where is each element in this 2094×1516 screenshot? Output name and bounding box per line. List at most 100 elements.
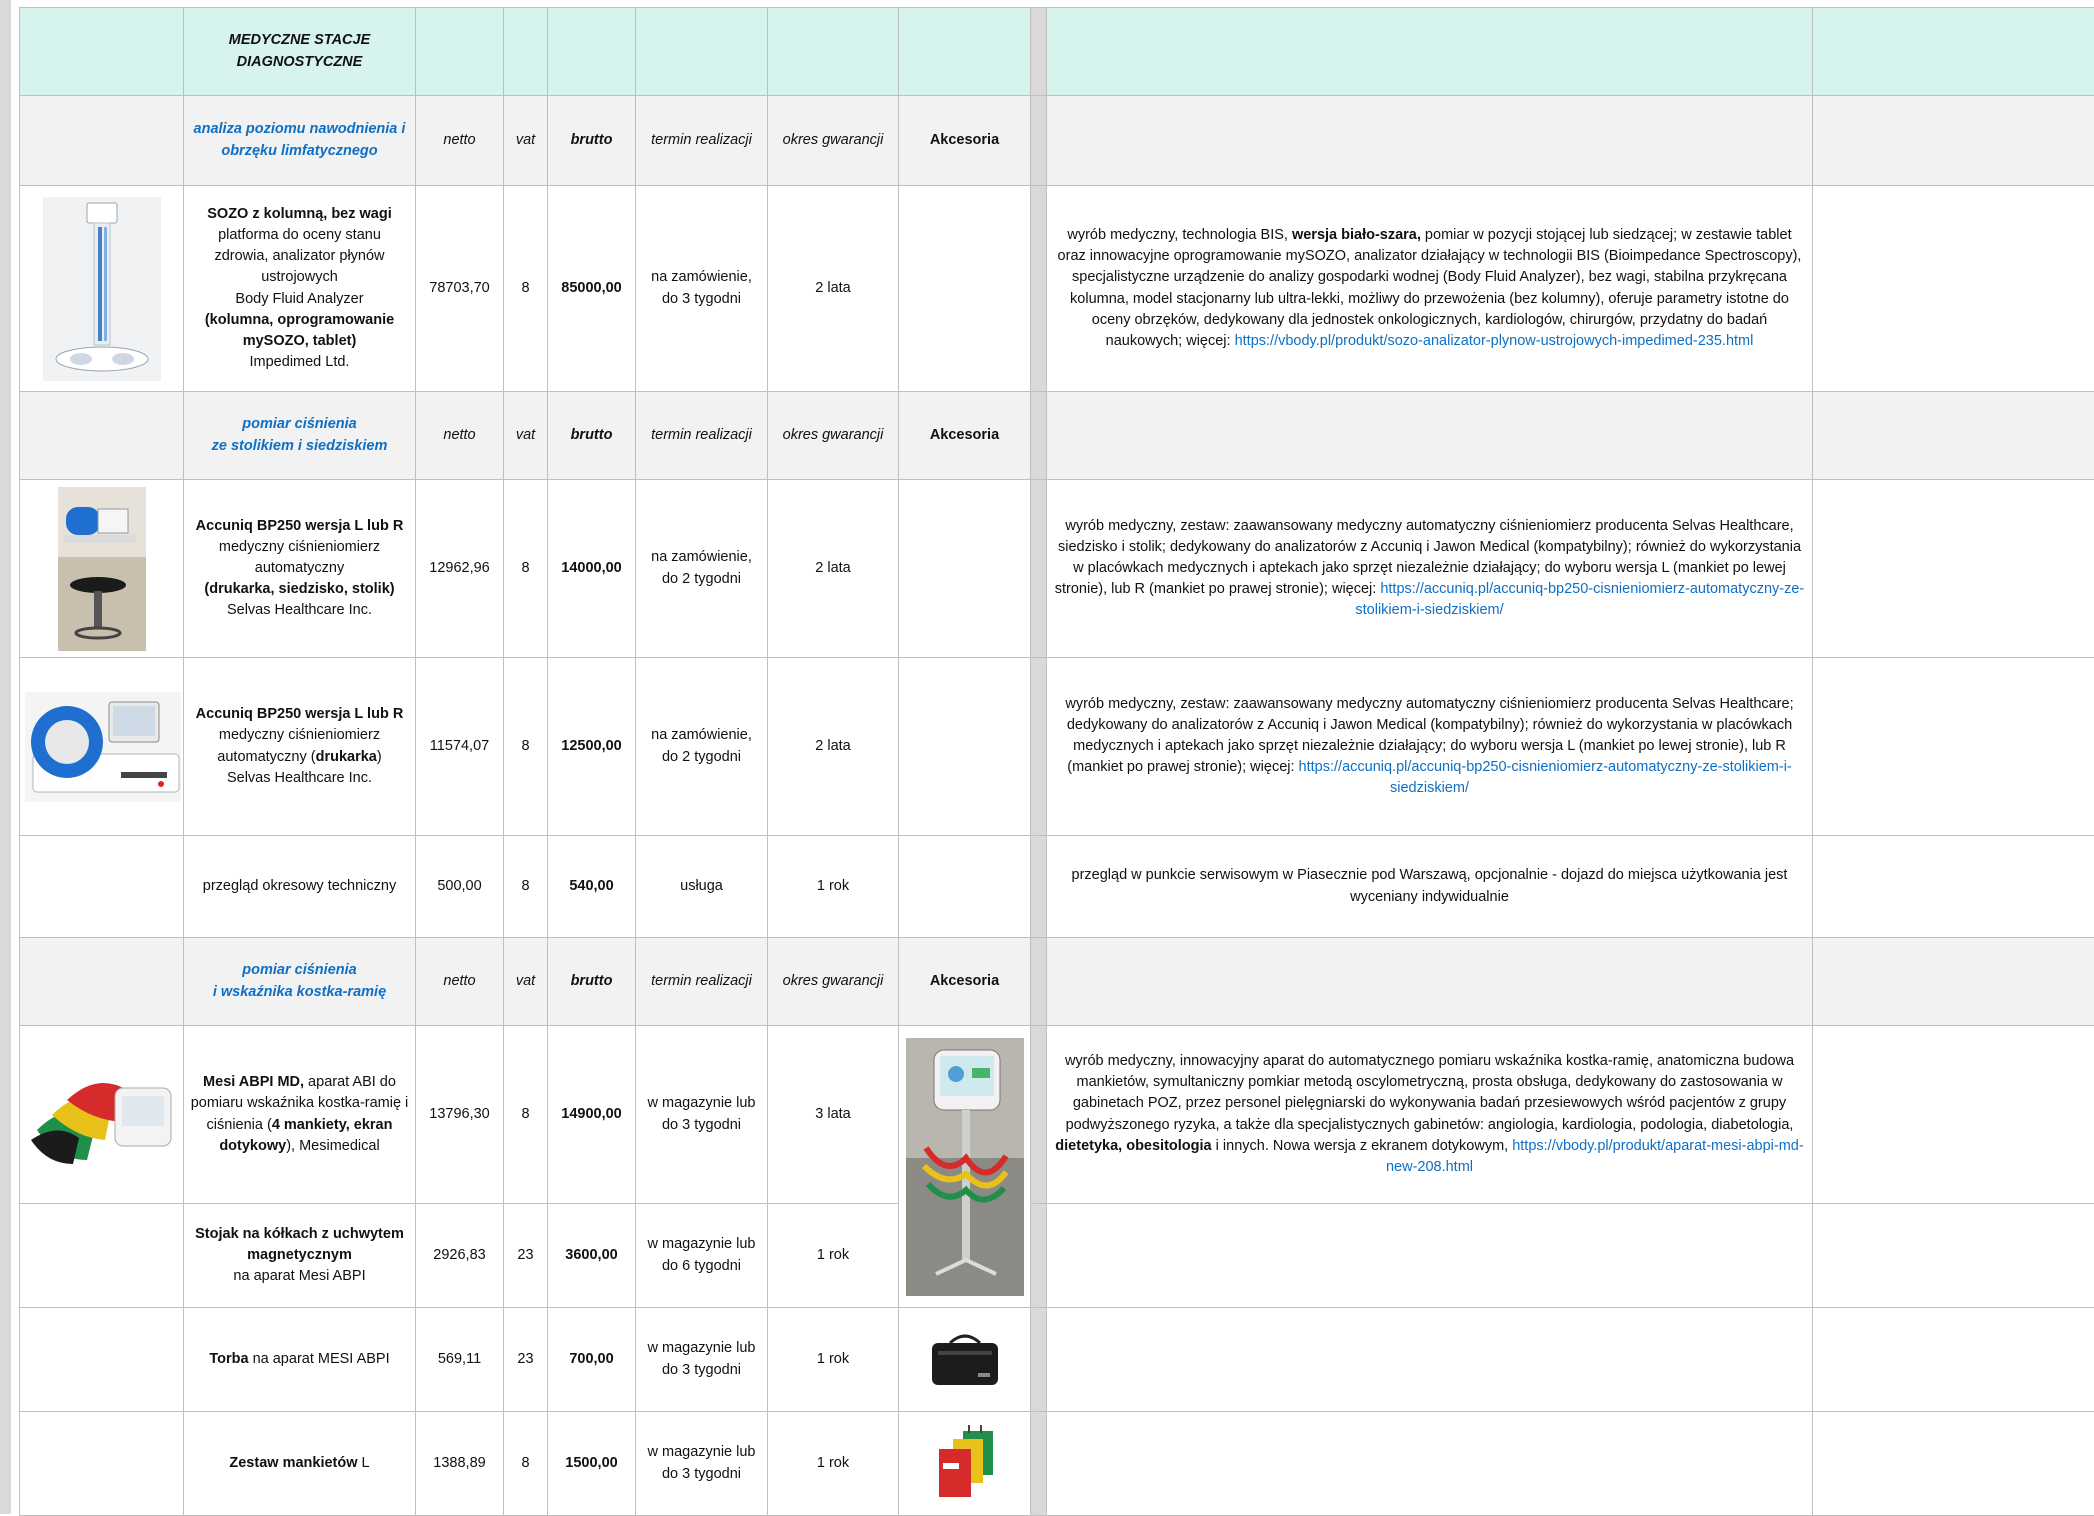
table-row: Torba na aparat MESI ABPI 569,11 23 700,… bbox=[20, 1308, 2094, 1412]
akcesoria-cell bbox=[899, 480, 1031, 658]
akcesoria-cell bbox=[899, 1308, 1031, 1412]
gwarancja-value: 2 lata bbox=[768, 186, 899, 392]
brutto-value: 540,00 bbox=[548, 836, 636, 938]
col-gwarancja-header: okres gwarancji bbox=[768, 96, 899, 186]
gwarancja-value: 1 rok bbox=[768, 1308, 899, 1412]
termin-value: na zamówienie,do 2 tygodni bbox=[636, 658, 768, 836]
termin-value: w magazynie lubdo 6 tygodni bbox=[636, 1204, 768, 1308]
akcesoria-cell bbox=[899, 1026, 1031, 1308]
termin-value: usługa bbox=[636, 836, 768, 938]
col-akcesoria-header: Akcesoria bbox=[899, 392, 1031, 480]
table-row: Accuniq BP250 wersja L lub R medyczny ci… bbox=[20, 480, 2094, 658]
description-cell: wyrób medyczny, innowacyjny aparat do au… bbox=[1047, 1026, 1813, 1204]
mesi-cuff-set-photo bbox=[929, 1423, 1001, 1505]
gwarancja-value: 3 lata bbox=[768, 1026, 899, 1204]
product-name-cell: Accuniq BP250 wersja L lub R medyczny ci… bbox=[184, 658, 416, 836]
product-name-cell: przegląd okresowy techniczny bbox=[184, 836, 416, 938]
netto-value: 11574,07 bbox=[416, 658, 504, 836]
col-gwarancja-header: okres gwarancji bbox=[768, 938, 899, 1026]
col-termin-header: termin realizacji bbox=[636, 96, 768, 186]
table-row: Stojak na kółkach z uchwytem magnetyczny… bbox=[20, 1204, 2094, 1308]
akcesoria-cell bbox=[899, 836, 1031, 938]
col-gwarancja-header: okres gwarancji bbox=[768, 392, 899, 480]
accuniq-bp250-photo bbox=[25, 692, 181, 802]
vat-value: 23 bbox=[504, 1204, 548, 1308]
termin-value: w magazynie lubdo 3 tygodni bbox=[636, 1308, 768, 1412]
termin-value: w magazynie lubdo 3 tygodni bbox=[636, 1026, 768, 1204]
col-netto-header: netto bbox=[416, 96, 504, 186]
mesi-bag-photo bbox=[926, 1329, 1004, 1391]
gwarancja-value: 2 lata bbox=[768, 658, 899, 836]
termin-value: na zamówienie,do 3 tygodni bbox=[636, 186, 768, 392]
table-row: Zestaw mankietów L 1388,89 8 1500,00 w m… bbox=[20, 1412, 2094, 1516]
netto-value: 13796,30 bbox=[416, 1026, 504, 1204]
section-header-row: pomiar ciśnieniai wskaźnika kostka-ramię… bbox=[20, 938, 2094, 1026]
col-termin-header: termin realizacji bbox=[636, 938, 768, 1026]
col-brutto-header: brutto bbox=[548, 938, 636, 1026]
mesi-abpi-cuffs-photo bbox=[27, 1060, 177, 1170]
table-row: SOZO z kolumną, bez wagi platforma do oc… bbox=[20, 186, 2094, 392]
netto-value: 500,00 bbox=[416, 836, 504, 938]
akcesoria-cell bbox=[899, 1412, 1031, 1516]
col-netto-header: netto bbox=[416, 392, 504, 480]
vat-value: 8 bbox=[504, 1026, 548, 1204]
vat-value: 8 bbox=[504, 186, 548, 392]
brutto-value: 14000,00 bbox=[548, 480, 636, 658]
gwarancja-value: 1 rok bbox=[768, 1412, 899, 1516]
brutto-value: 3600,00 bbox=[548, 1204, 636, 1308]
product-name-cell: Stojak na kółkach z uchwytem magnetyczny… bbox=[184, 1204, 416, 1308]
termin-value: na zamówienie,do 2 tygodni bbox=[636, 480, 768, 658]
col-vat-header: vat bbox=[504, 96, 548, 186]
col-brutto-header: brutto bbox=[548, 392, 636, 480]
row-header-gutter bbox=[0, 0, 11, 1514]
section-header-row: analiza poziomu nawodnienia iobrzęku lim… bbox=[20, 96, 2094, 186]
col-brutto-header: brutto bbox=[548, 96, 636, 186]
description-cell: przegląd w punkcie serwisowym w Piaseczn… bbox=[1047, 836, 1813, 938]
netto-value: 2926,83 bbox=[416, 1204, 504, 1308]
product-link[interactable]: https://vbody.pl/produkt/sozo-analizator… bbox=[1235, 333, 1754, 349]
akcesoria-cell bbox=[899, 658, 1031, 836]
vat-value: 8 bbox=[504, 480, 548, 658]
akcesoria-cell bbox=[899, 186, 1031, 392]
product-photo-cell bbox=[20, 186, 184, 392]
brutto-value: 85000,00 bbox=[548, 186, 636, 392]
col-vat-header: vat bbox=[504, 938, 548, 1026]
brutto-value: 1500,00 bbox=[548, 1412, 636, 1516]
vat-value: 23 bbox=[504, 1308, 548, 1412]
description-cell: wyrób medyczny, zestaw: zaawansowany med… bbox=[1047, 480, 1813, 658]
col-netto-header: netto bbox=[416, 938, 504, 1026]
product-name-cell: Accuniq BP250 wersja L lub R medyczny ci… bbox=[184, 480, 416, 658]
section-title: pomiar ciśnieniai wskaźnika kostka-ramię bbox=[184, 938, 416, 1026]
gwarancja-value: 2 lata bbox=[768, 480, 899, 658]
product-photo-cell bbox=[20, 480, 184, 658]
section-header-row: pomiar ciśnieniaze stolikiem i siedziski… bbox=[20, 392, 2094, 480]
sheet-title-row: MEDYCZNE STACJE DIAGNOSTYCZNE bbox=[20, 8, 2094, 96]
brutto-value: 700,00 bbox=[548, 1308, 636, 1412]
netto-value: 569,11 bbox=[416, 1308, 504, 1412]
netto-value: 12962,96 bbox=[416, 480, 504, 658]
product-name-cell: Torba na aparat MESI ABPI bbox=[184, 1308, 416, 1412]
section-title: analiza poziomu nawodnienia iobrzęku lim… bbox=[184, 96, 416, 186]
price-list-sheet: MEDYCZNE STACJE DIAGNOSTYCZNE analiza po… bbox=[19, 7, 2094, 1516]
sozo-device-photo bbox=[43, 197, 161, 381]
col-termin-header: termin realizacji bbox=[636, 392, 768, 480]
product-photo-cell bbox=[20, 658, 184, 836]
brutto-value: 12500,00 bbox=[548, 658, 636, 836]
product-name-cell: Mesi ABPI MD, aparat ABI do pomiaru wska… bbox=[184, 1026, 416, 1204]
netto-value: 1388,89 bbox=[416, 1412, 504, 1516]
table-row: przegląd okresowy techniczny 500,00 8 54… bbox=[20, 836, 2094, 938]
vat-value: 8 bbox=[504, 836, 548, 938]
mesi-abpi-stand-photo bbox=[906, 1038, 1024, 1296]
section-title: pomiar ciśnieniaze stolikiem i siedziski… bbox=[184, 392, 416, 480]
termin-value: w magazynie lubdo 3 tygodni bbox=[636, 1412, 768, 1516]
vat-value: 8 bbox=[504, 1412, 548, 1516]
vat-value: 8 bbox=[504, 658, 548, 836]
gwarancja-value: 1 rok bbox=[768, 1204, 899, 1308]
product-link[interactable]: https://accuniq.pl/accuniq-bp250-cisnien… bbox=[1299, 759, 1792, 796]
description-cell: wyrób medyczny, zestaw: zaawansowany med… bbox=[1047, 658, 1813, 836]
description-cell: wyrób medyczny, technologia BIS, wersja … bbox=[1047, 186, 1813, 392]
col-akcesoria-header: Akcesoria bbox=[899, 938, 1031, 1026]
product-name-cell: SOZO z kolumną, bez wagi platforma do oc… bbox=[184, 186, 416, 392]
product-link[interactable]: https://accuniq.pl/accuniq-bp250-cisnien… bbox=[1355, 581, 1804, 618]
col-vat-header: vat bbox=[504, 392, 548, 480]
